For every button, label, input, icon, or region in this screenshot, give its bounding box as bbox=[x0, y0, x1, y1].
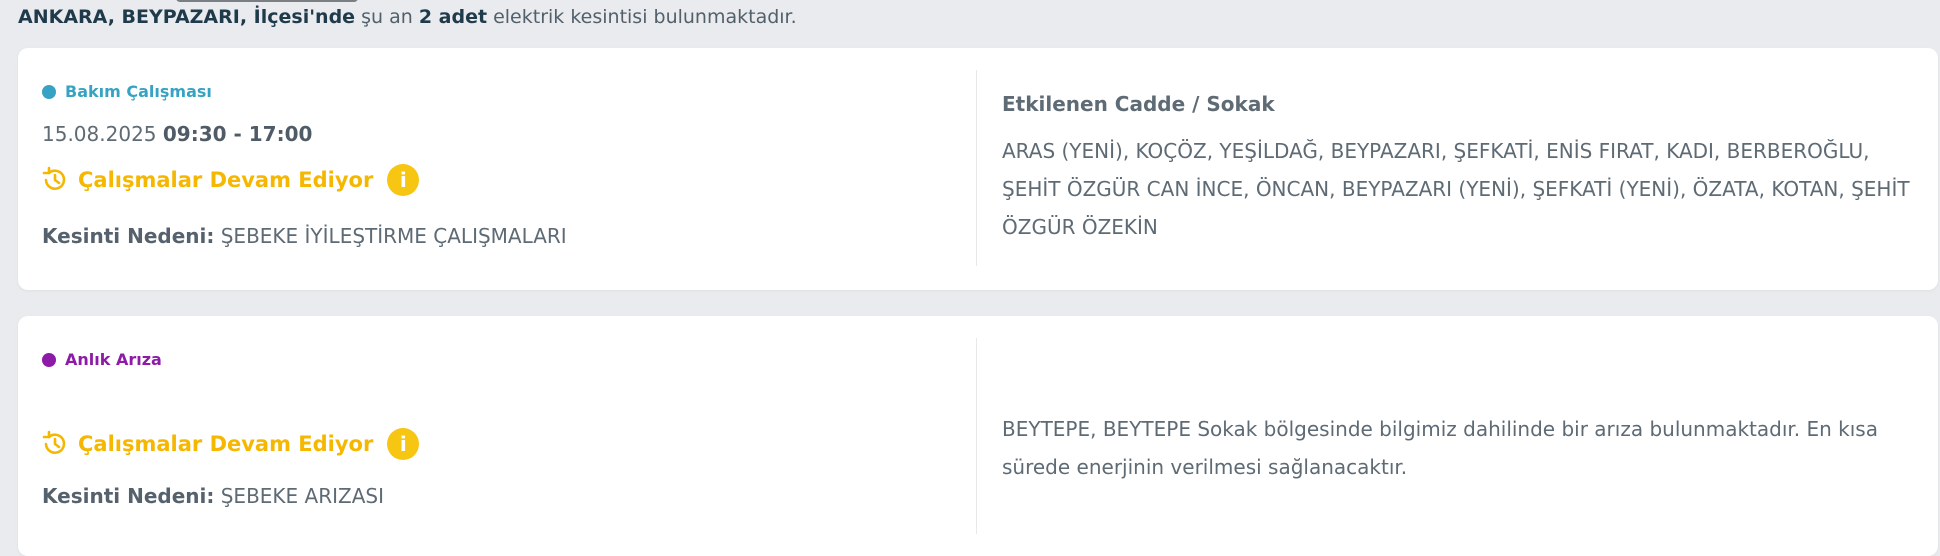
affected-streets-title: Etkilenen Cadde / Sokak bbox=[1002, 92, 1275, 116]
outage-reason: Kesinti Nedeni: ŞEBEKE ARIZASI bbox=[42, 484, 384, 508]
summary-count: 2 adet bbox=[418, 6, 488, 28]
outage-type-label: Bakım Çalışması bbox=[65, 82, 212, 101]
summary-location: ANKARA, BEYPAZARI, İlçesi'nde bbox=[18, 6, 356, 28]
outage-time: 09:30 - 17:00 bbox=[162, 122, 313, 146]
maintenance-dot-icon bbox=[42, 84, 56, 99]
outage-type-label: Anlık Arıza bbox=[65, 350, 162, 369]
outage-reason: Kesinti Nedeni: ŞEBEKE İYİLEŞTİRME ÇALIŞ… bbox=[42, 224, 567, 248]
fault-dot-icon bbox=[42, 352, 56, 367]
clock-history-icon bbox=[42, 166, 66, 190]
outage-type: Bakım Çalışması bbox=[42, 82, 212, 101]
clock-history-icon bbox=[42, 430, 66, 454]
fault-description: BEYTEPE, BEYTEPE Sokak bölgesinde bilgim… bbox=[1002, 417, 1878, 479]
outage-status: Çalışmalar Devam Ediyor i bbox=[40, 428, 420, 460]
info-icon[interactable]: i bbox=[387, 428, 420, 460]
outage-card-maintenance: Bakım Çalışması 15.08.2025 09:30 - 17:00… bbox=[18, 48, 1938, 290]
outage-status-label: Çalışmalar Devam Ediyor bbox=[78, 432, 374, 456]
outage-summary: ANKARA, BEYPAZARI, İlçesi'nde şu an 2 ad… bbox=[18, 6, 797, 28]
outage-datetime: 15.08.2025 09:30 - 17:00 bbox=[42, 122, 312, 146]
top-scroll-indicator bbox=[176, 0, 358, 2]
outage-card-fault: Anlık Arıza Çalışmalar Devam Ediyor i Ke… bbox=[18, 316, 1938, 556]
column-divider bbox=[976, 70, 977, 266]
outage-date: 15.08.2025 bbox=[42, 122, 157, 146]
outage-reason-label: Kesinti Nedeni: bbox=[42, 484, 215, 508]
affected-streets-list: ARAS (YENİ), KOÇÖZ, YEŞİLDAĞ, BEYPAZARI,… bbox=[1002, 139, 1910, 239]
column-divider bbox=[976, 338, 977, 534]
outage-status-label: Çalışmalar Devam Ediyor bbox=[78, 168, 374, 192]
outage-status: Çalışmalar Devam Ediyor i bbox=[40, 164, 420, 196]
outage-reason-value: ŞEBEKE ARIZASI bbox=[220, 484, 384, 508]
outage-reason-value: ŞEBEKE İYİLEŞTİRME ÇALIŞMALARI bbox=[220, 224, 567, 248]
outage-reason-label: Kesinti Nedeni: bbox=[42, 224, 215, 248]
summary-text-before: şu an bbox=[355, 6, 419, 28]
outage-type: Anlık Arıza bbox=[42, 350, 162, 369]
info-icon[interactable]: i bbox=[387, 164, 420, 196]
summary-text-after: elektrik kesintisi bulunmaktadır. bbox=[487, 6, 797, 28]
